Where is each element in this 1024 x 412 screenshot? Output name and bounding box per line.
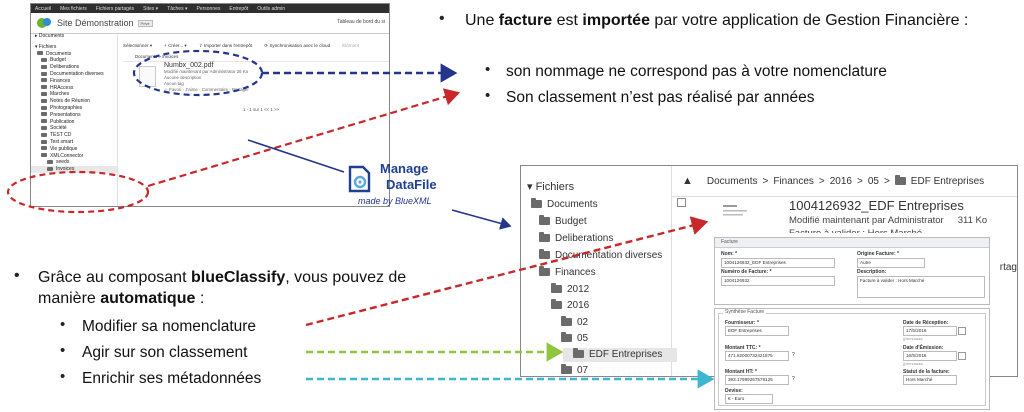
logo-connector-in	[247, 139, 345, 173]
sub-bullet-dot: •	[60, 368, 66, 385]
classification-arrow	[147, 88, 461, 188]
folder-highlight-ellipse	[6, 170, 150, 214]
sub-bullet-dot: •	[60, 342, 66, 359]
bullet-dot: •	[439, 10, 445, 27]
file-highlight-ellipse	[132, 49, 264, 97]
blueclassify-bullet-text: Grâce au composant blueClassify, vous po…	[38, 269, 407, 307]
bullet-dot: •	[14, 267, 20, 284]
issue-classification-text: Son classement n’est pas réalisé par ann…	[506, 89, 815, 106]
logo-connector-out	[451, 209, 512, 230]
sub-bullet-dot: •	[485, 61, 491, 78]
sub-bullet-dot: •	[485, 87, 491, 104]
feature-metadata-text: Enrichir ses métadonnées	[82, 370, 262, 387]
issue-naming-text: son nommage ne correspond pas à votre no…	[506, 63, 887, 80]
sub-bullet-dot: •	[60, 316, 66, 333]
feature-classement-text: Agir sur son classement	[82, 344, 248, 361]
import-bullet-text: Une facture est importée par votre appli…	[465, 12, 969, 29]
feature-nomenclature-text: Modifier sa nomenclature	[82, 318, 257, 335]
